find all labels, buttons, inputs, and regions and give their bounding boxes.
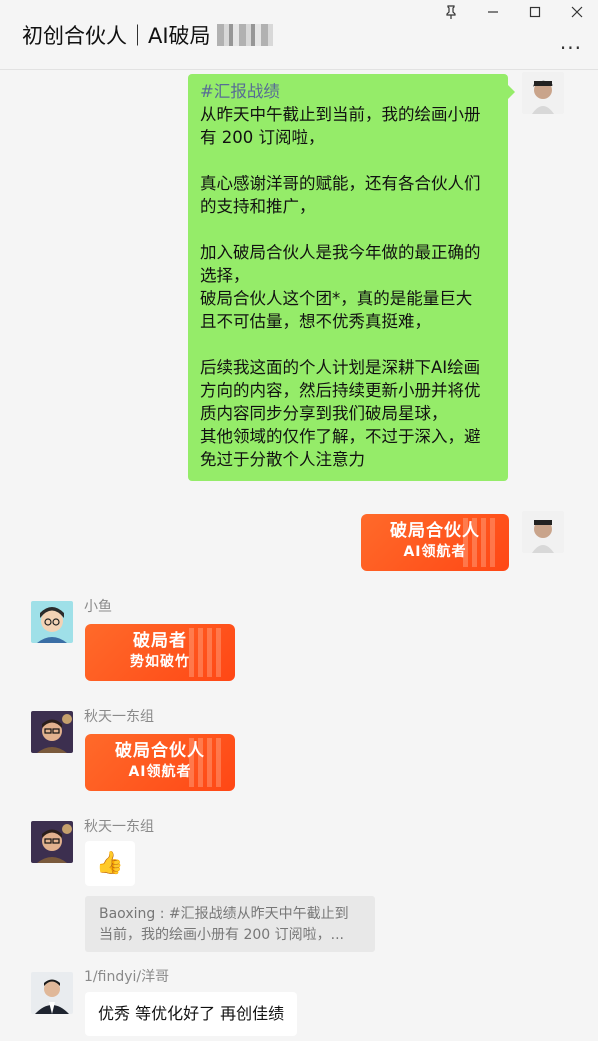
findyi-avatar[interactable] [31, 972, 73, 1014]
message-line: 真心感谢洋哥的赋能，还有各合伙人们 [200, 174, 481, 193]
message-line: 其他领域的仅作了解，不过于深入，避 [200, 427, 481, 446]
message-text: 优秀 等优化好了 再创佳绩 [98, 1004, 285, 1023]
message-line: 破局合伙人这个团*，真的是能量巨大 [200, 289, 473, 308]
blurred-title-suffix [216, 24, 273, 46]
bubble-tail [508, 85, 515, 99]
more-options-button[interactable]: ... [560, 30, 582, 54]
thumbs-up-bubble[interactable]: 👍 [85, 841, 135, 886]
message-line: 且不可估量，想不优秀真挺难， [200, 312, 431, 331]
message-line: 免过于分散个人注意力 [200, 450, 365, 469]
qiutian-avatar[interactable] [31, 711, 73, 753]
message-list[interactable]: #汇报战绩 从昨天中午截止到当前，我的绘画小册 有 200 订阅啦， 真心感谢洋… [0, 71, 598, 1041]
hashtag-link[interactable]: #汇报战绩 [200, 80, 496, 103]
text-message-bubble[interactable]: 优秀 等优化好了 再创佳绩 [85, 992, 298, 1036]
sticker-line2: 势如破竹 [130, 654, 190, 670]
window-controls [430, 0, 598, 24]
sticker-line2: AI领航者 [128, 764, 192, 780]
message-line: 从昨天中午截止到当前，我的绘画小册 [200, 105, 481, 124]
sticker-message[interactable]: 破局者 势如破竹 [85, 624, 235, 681]
sender-name: 秋天一东组 [84, 709, 154, 725]
sticker-line2: AI领航者 [403, 544, 467, 560]
quote-line: Baoxing : #汇报战绩从昨天中午截止到 [99, 906, 349, 922]
message-line: 加入破局合伙人是我今年做的最正确的 [200, 243, 481, 262]
message-line: 方向的内容，然后持续更新小册并将优 [200, 381, 481, 400]
sticker-line1: 破局合伙人 [115, 741, 205, 761]
minimize-icon[interactable] [472, 0, 514, 24]
self-avatar[interactable] [522, 511, 564, 553]
message-line: 选择， [200, 266, 250, 285]
chat-title-text: 初创合伙人｜AI破局 [22, 24, 211, 48]
sticker-message[interactable]: 破局合伙人 AI领航者 [85, 734, 235, 791]
sender-name: 小鱼 [84, 599, 112, 615]
quote-line: 当前，我的绘画小册有 200 订阅啦，... [99, 927, 344, 943]
message-line: 有 200 订阅啦， [200, 128, 325, 147]
self-avatar[interactable] [522, 72, 564, 114]
xiaoyu-avatar[interactable] [31, 601, 73, 643]
maximize-icon[interactable] [514, 0, 556, 24]
message-line: 后续我这面的个人计划是深耕下AI绘画 [200, 358, 481, 377]
pin-icon[interactable] [430, 0, 472, 24]
sticker-line1: 破局者 [133, 631, 187, 651]
qiutian-avatar[interactable] [31, 821, 73, 863]
self-sticker[interactable]: 破局合伙人 AI领航者 [361, 514, 509, 571]
quoted-message[interactable]: Baoxing : #汇报战绩从昨天中午截止到 当前，我的绘画小册有 200 订… [85, 896, 375, 952]
sender-name: 1/findyi/洋哥 [84, 969, 170, 985]
chat-header: 初创合伙人｜AI破局 ... [0, 0, 598, 70]
message-line: 质内容同步分享到我们破局星球， [200, 404, 448, 423]
chat-title: 初创合伙人｜AI破局 [22, 20, 273, 50]
sender-name: 秋天一东组 [84, 819, 154, 835]
self-message-bubble[interactable]: #汇报战绩 从昨天中午截止到当前，我的绘画小册 有 200 订阅啦， 真心感谢洋… [188, 74, 508, 481]
close-icon[interactable] [556, 0, 598, 24]
message-line: 的支持和推广， [200, 197, 316, 216]
sticker-line1: 破局合伙人 [390, 521, 480, 541]
thumbs-up-icon: 👍 [96, 851, 124, 876]
